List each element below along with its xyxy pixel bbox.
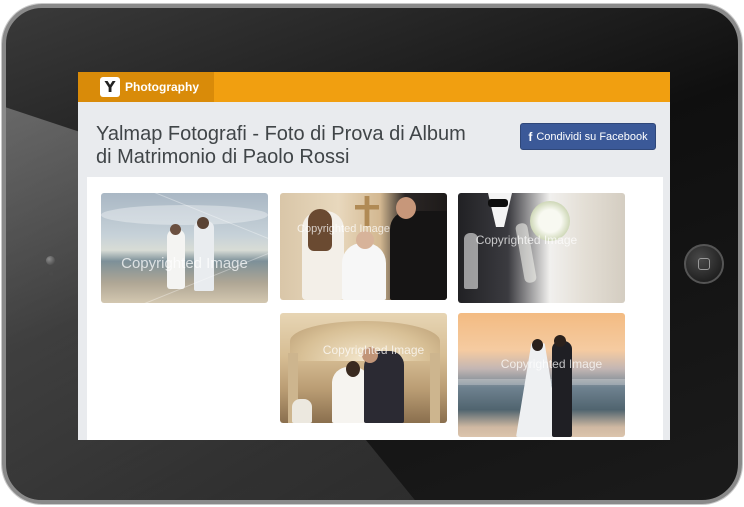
priest-figure xyxy=(342,243,386,300)
page-title: Yalmap Fotografi - Foto di Prova di Albu… xyxy=(96,123,466,168)
groom-head xyxy=(396,197,416,219)
watermark-text: Copyrighted Image xyxy=(475,233,578,247)
home-square-icon xyxy=(698,258,710,270)
top-navbar: Y Photography xyxy=(78,72,670,102)
gallery-photo-church-kiss[interactable]: Copyrighted Image xyxy=(280,313,447,423)
gallery-photo-beach-couple[interactable]: Copyrighted Image xyxy=(101,193,268,303)
watermark-text: Copyrighted Image xyxy=(500,357,603,371)
watermark-text: Copyrighted Image xyxy=(121,255,248,272)
gallery-photo-ring-exchange[interactable]: Copyrighted Image xyxy=(280,193,447,300)
sensor-dot xyxy=(49,272,53,276)
gallery-photo-sunset-couple[interactable]: Copyrighted Image xyxy=(458,313,625,437)
logo-icon: Y xyxy=(100,77,120,97)
pillar xyxy=(430,353,440,423)
gallery-photo-champagne[interactable]: Copyrighted Image xyxy=(458,193,625,303)
camera-icon xyxy=(46,256,55,265)
clouds xyxy=(101,205,268,225)
bride-head xyxy=(170,224,181,235)
brand-link[interactable]: Y Photography xyxy=(78,72,214,102)
bride-head xyxy=(532,339,543,351)
groom-head xyxy=(197,217,209,229)
photo-gallery: Copyrighted Image Copyrighted Image Copy… xyxy=(87,177,663,440)
home-button[interactable] xyxy=(684,244,724,284)
groom-figure xyxy=(552,341,572,437)
facebook-icon: f xyxy=(528,129,533,144)
bow-tie xyxy=(488,199,508,207)
cross-icon xyxy=(355,196,379,226)
tablet-screen: Y Photography Yalmap Fotografi - Foto di… xyxy=(78,72,670,440)
bride-head xyxy=(346,361,360,377)
watermark-text: Copyrighted Image xyxy=(297,223,390,235)
share-facebook-button[interactable]: f Condividi su Facebook xyxy=(520,123,656,150)
groom-head xyxy=(554,335,566,347)
watermark-text: Copyrighted Image xyxy=(322,343,425,357)
priest-figure xyxy=(292,399,312,423)
brand-name: Photography xyxy=(125,80,199,94)
share-facebook-label: Condividi su Facebook xyxy=(536,130,648,143)
